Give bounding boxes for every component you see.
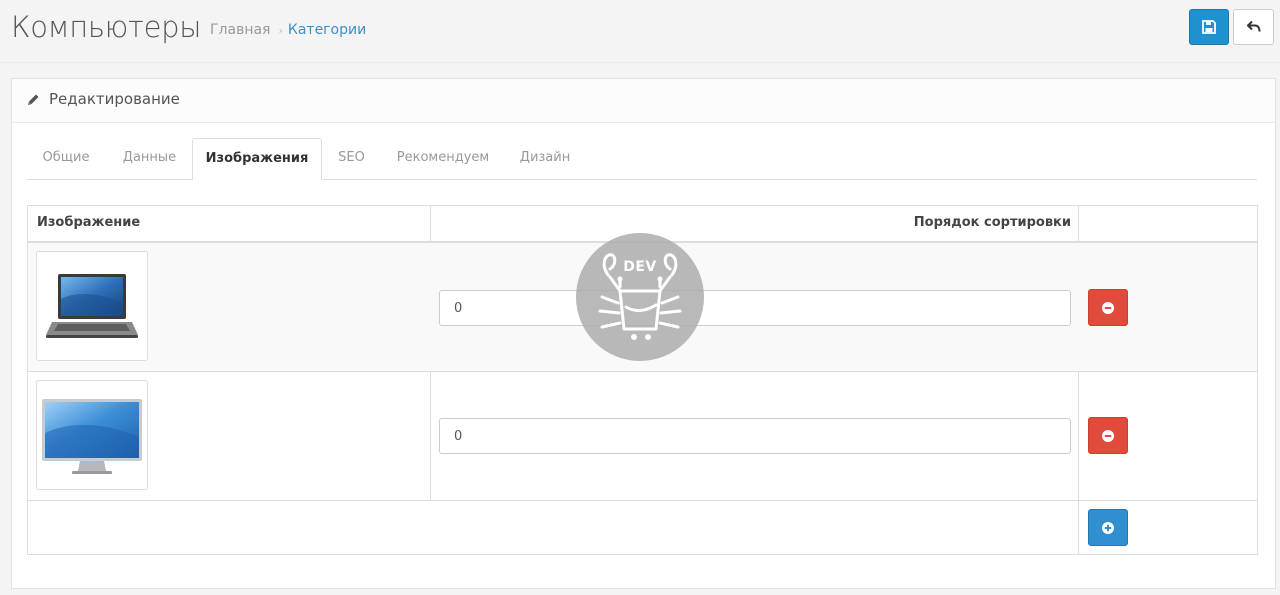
tab-data[interactable]: Данные <box>107 138 192 179</box>
thumbnail-laptop[interactable] <box>36 251 148 361</box>
laptop-image <box>46 274 138 338</box>
pencil-icon <box>28 94 39 105</box>
breadcrumb: Главная › Категории <box>210 22 366 38</box>
page-header: Компьютеры Главная › Категории <box>0 0 1280 63</box>
save-button[interactable] <box>1189 9 1229 45</box>
breadcrumb-separator: › <box>278 24 283 37</box>
back-button[interactable] <box>1233 9 1274 45</box>
monitor-image <box>42 399 142 474</box>
panel-title: Редактирование <box>49 90 180 108</box>
add-image-button[interactable] <box>1088 509 1128 546</box>
tab-design[interactable]: Дизайн <box>510 138 580 179</box>
thumbnail-monitor[interactable] <box>36 380 148 490</box>
table-footer-row <box>28 500 1257 554</box>
column-header-image: Изображение <box>37 215 141 230</box>
column-header-sort-order: Порядок сортировки <box>913 215 1071 230</box>
panel-heading: Редактирование <box>12 79 1275 123</box>
sort-order-input[interactable] <box>439 418 1071 454</box>
page-title: Компьютеры <box>11 10 202 44</box>
breadcrumb-categories[interactable]: Категории <box>288 22 366 38</box>
crab-logo-icon <box>598 253 682 340</box>
sort-order-input[interactable] <box>439 290 1071 326</box>
remove-image-button[interactable] <box>1088 289 1128 326</box>
tab-general[interactable]: Общие <box>27 138 105 179</box>
back-arrow-icon <box>1246 20 1260 32</box>
tab-bar: Общие Данные Изображения SEO Рекомендуем… <box>27 138 1257 180</box>
breadcrumb-home[interactable]: Главная <box>210 22 270 38</box>
plus-circle-icon <box>1102 521 1114 534</box>
tab-recommended[interactable]: Рекомендуем <box>389 138 497 179</box>
remove-image-button[interactable] <box>1088 417 1128 454</box>
minus-circle-icon <box>1102 429 1114 442</box>
table-row <box>28 371 1257 500</box>
minus-circle-icon <box>1102 301 1114 314</box>
tab-images[interactable]: Изображения <box>192 138 322 180</box>
tab-seo[interactable]: SEO <box>329 138 374 179</box>
watermark-text: DEV <box>623 259 657 275</box>
watermark-logo: DEV <box>576 233 704 361</box>
save-icon <box>1202 20 1216 34</box>
